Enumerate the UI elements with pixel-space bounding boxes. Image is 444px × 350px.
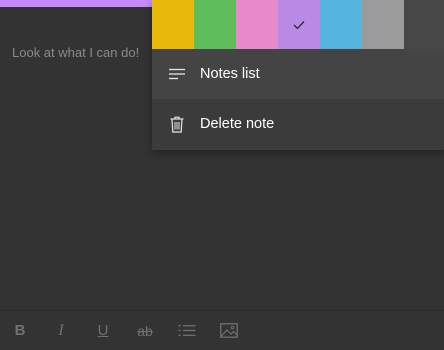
checkmark-icon — [293, 20, 305, 29]
sticky-note-window: Look at what I can do! Notes list Delete… — [0, 0, 444, 350]
trash-icon — [167, 114, 187, 134]
bulleted-list-button[interactable] — [166, 311, 208, 350]
color-swatch-pink[interactable] — [236, 0, 278, 49]
strikethrough-button[interactable]: ab — [124, 311, 166, 350]
italic-icon: I — [58, 321, 64, 339]
color-swatch-charcoal[interactable] — [404, 0, 444, 49]
insert-image-button[interactable] — [208, 311, 250, 350]
note-options-menu: Notes list Delete note — [152, 0, 444, 150]
color-swatch-yellow[interactable] — [152, 0, 194, 49]
menu-item-label: Notes list — [200, 66, 260, 82]
formatting-toolbar: B I U ab — [0, 311, 444, 350]
bold-button[interactable]: B — [0, 311, 40, 350]
italic-button[interactable]: I — [40, 311, 82, 350]
underline-button[interactable]: U — [82, 311, 124, 350]
menu-item-notes-list[interactable]: Notes list — [152, 49, 444, 99]
note-header-bar — [0, 0, 152, 7]
notes-list-icon — [167, 64, 187, 84]
underline-icon: U — [97, 322, 109, 339]
bold-icon: B — [14, 322, 26, 339]
note-body-text[interactable]: Look at what I can do! — [12, 45, 139, 60]
image-icon — [220, 323, 238, 338]
color-swatch-gray[interactable] — [362, 0, 404, 49]
color-swatch-blue[interactable] — [320, 0, 362, 49]
menu-item-label: Delete note — [200, 116, 275, 132]
color-swatch-green[interactable] — [194, 0, 236, 49]
color-swatch-purple[interactable] — [278, 0, 320, 49]
bulleted-list-icon — [178, 325, 196, 336]
color-picker — [152, 0, 444, 49]
menu-item-delete-note[interactable]: Delete note — [152, 99, 444, 149]
strikethrough-icon: ab — [137, 322, 153, 339]
